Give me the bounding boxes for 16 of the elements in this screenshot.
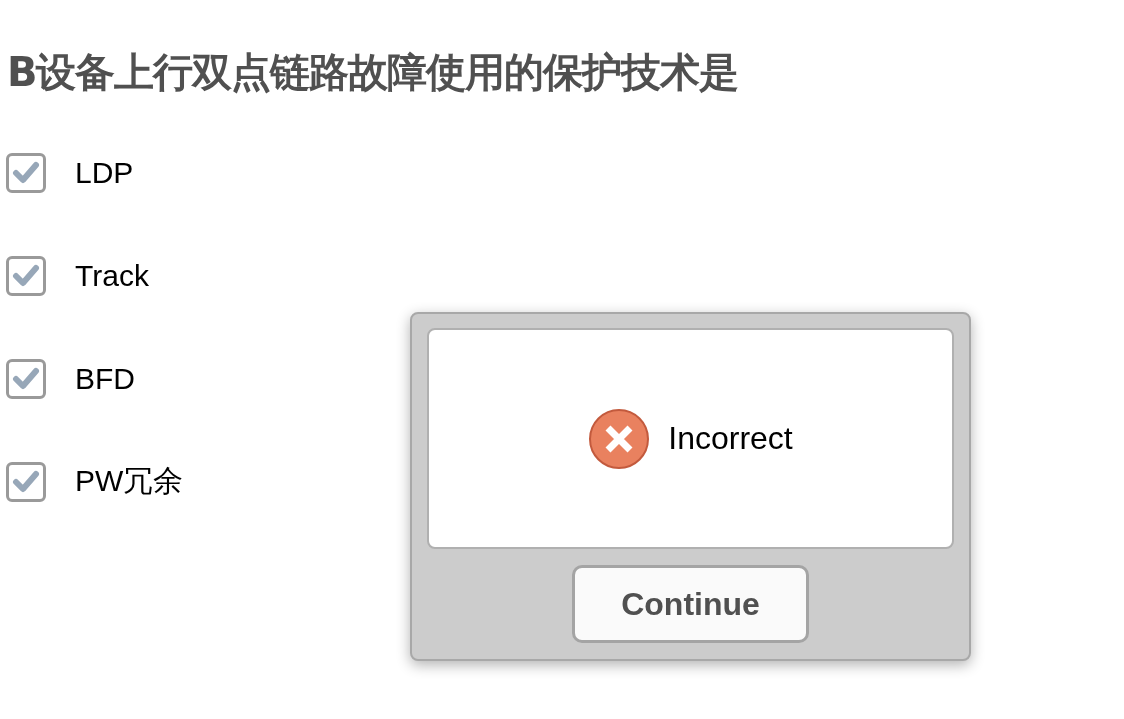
checkbox[interactable] (6, 255, 46, 296)
feedback-message: Incorrect (668, 420, 793, 457)
option-label: PW冗余 (75, 463, 184, 499)
checkbox[interactable] (6, 152, 46, 193)
checkbox[interactable] (6, 358, 46, 399)
continue-button[interactable]: Continue (572, 565, 809, 643)
checkmark-icon (12, 365, 40, 392)
question-title: B设备上行双点链路故障使用的保护技术是 (6, 48, 740, 97)
checkbox[interactable] (6, 461, 46, 502)
option-label: Track (75, 258, 149, 293)
option-label: BFD (75, 361, 135, 396)
checkmark-icon (12, 159, 40, 186)
error-icon (588, 407, 651, 470)
checkmark-icon (12, 262, 40, 289)
option-label: LDP (75, 155, 134, 190)
checkmark-icon (12, 468, 40, 495)
